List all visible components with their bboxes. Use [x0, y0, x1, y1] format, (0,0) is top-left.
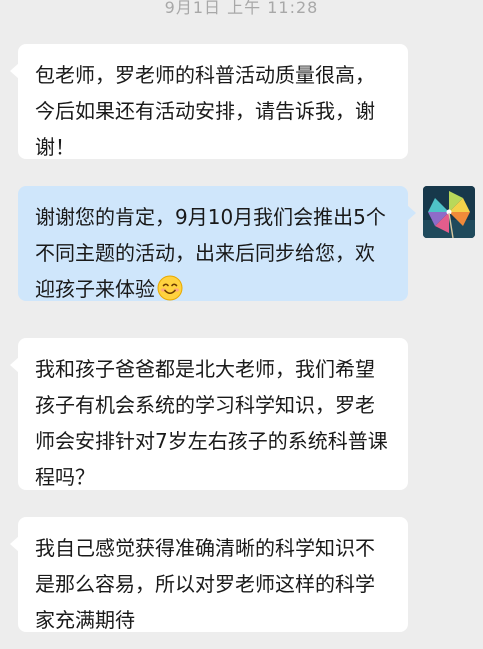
incoming-message-bubble[interactable]: 我和孩子爸爸都是北大老师，我们希望孩子有机会系统的学习科学知识，罗老师会安排针对… [10, 338, 408, 490]
message-timestamp: 9月1日 上午 11:28 [164, 0, 319, 17]
pinwheel-avatar-icon [423, 186, 475, 238]
message-text: 谢谢您的肯定，9月10月我们会推出5个不同主题的活动，出来后同步给您，欢迎孩子来… [35, 205, 386, 301]
message-text: 我和孩子爸爸都是北大老师，我们希望孩子有机会系统的学习科学知识，罗老师会安排针对… [35, 357, 388, 489]
incoming-message-bubble[interactable]: 我自己感觉获得准确清晰的科学知识不是那么容易，所以对罗老师这样的科学家充满期待 [10, 517, 408, 632]
contact-avatar[interactable] [423, 186, 475, 238]
incoming-message-bubble[interactable]: 包老师，罗老师的科普活动质量很高，今后如果还有活动安排，请告诉我，谢谢！ [10, 44, 408, 159]
outgoing-message-bubble[interactable]: 谢谢您的肯定，9月10月我们会推出5个不同主题的活动，出来后同步给您，欢迎孩子来… [18, 186, 416, 301]
message-text: 包老师，罗老师的科普活动质量很高，今后如果还有活动安排，请告诉我，谢谢！ [35, 63, 375, 159]
message-text: 我自己感觉获得准确清晰的科学知识不是那么容易，所以对罗老师这样的科学家充满期待 [35, 536, 375, 632]
smiling-face-emoji-icon [157, 275, 183, 301]
